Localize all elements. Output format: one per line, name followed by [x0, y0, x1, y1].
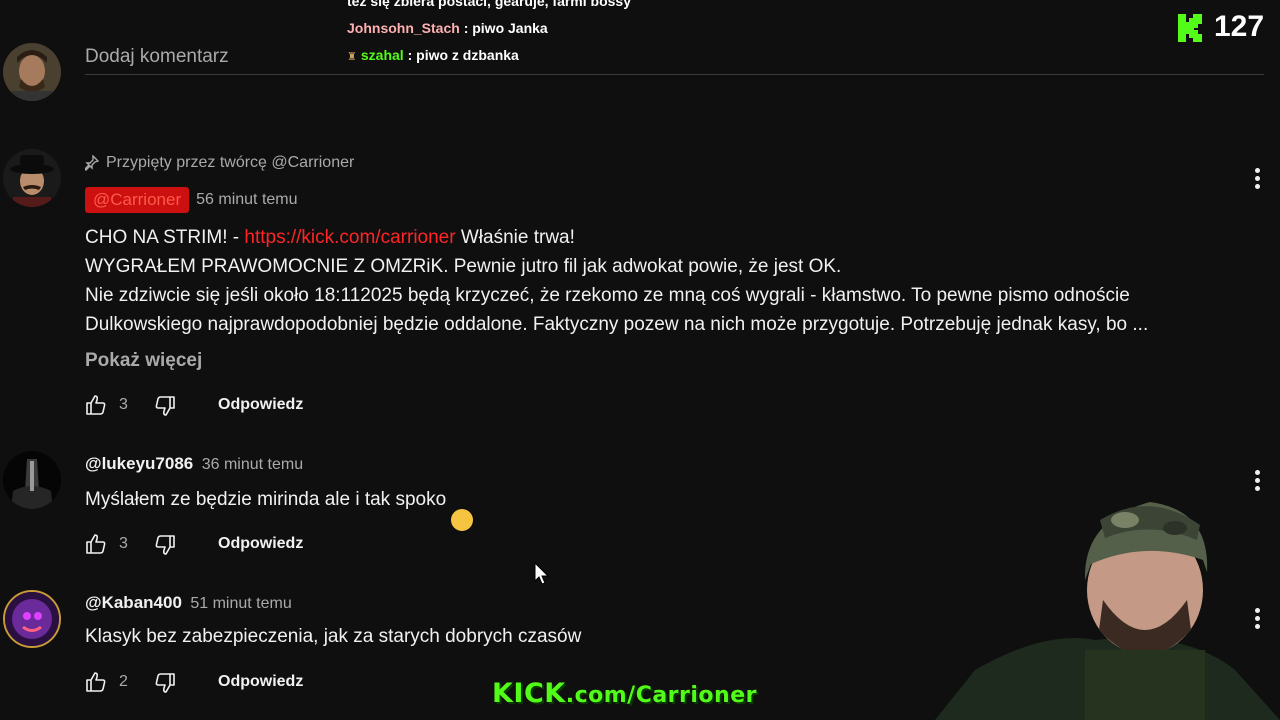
comment-text-line: CHO NA STRIM! - https://kick.com/carrion…	[85, 227, 575, 249]
comment-text-line: Nie zdziwcie się jeśli około 18:112025 b…	[85, 285, 1130, 306]
author-badge[interactable]: @Carrioner	[85, 187, 190, 213]
comment-header: @lukeyu7086 36 minut temu	[85, 454, 303, 474]
comment-header: @Kaban400 51 minut temu	[85, 593, 292, 613]
chat-username: Johnsohn_Stach	[347, 20, 460, 36]
comment-link[interactable]: https://kick.com/carrioner	[244, 227, 455, 248]
viewer-count: 127	[1176, 10, 1264, 44]
like-count: 3	[119, 396, 128, 413]
comment-timestamp[interactable]: 51 minut temu	[190, 595, 291, 612]
comment-text: Właśnie trwa!	[455, 227, 575, 248]
comment-text-line: Klasyk bez zabezpieczenia, jak za staryc…	[85, 626, 582, 647]
kick-logo-icon	[1178, 14, 1202, 42]
comment-header: @Carrioner 56 minut temu	[85, 187, 298, 213]
kick-url-text: .com/Carrioner	[565, 683, 757, 708]
reply-button[interactable]: Odpowiedz	[218, 396, 303, 414]
add-comment-input[interactable]: Dodaj komentarz	[85, 46, 1264, 75]
thumbs-up-icon	[86, 672, 106, 692]
webcam-overlay	[935, 480, 1280, 720]
comment-author[interactable]: @Kaban400	[85, 593, 182, 612]
comment-timestamp[interactable]: 56 minut temu	[196, 191, 297, 209]
pinned-text: Przypięty przez twórcę @Carrioner	[106, 154, 355, 171]
viewer-count-value: 127	[1214, 10, 1265, 43]
mouse-cursor-icon	[534, 562, 550, 585]
dislike-button[interactable]	[153, 533, 177, 557]
kick-channel-banner: KICK.com/Carrioner	[492, 678, 757, 709]
thumbs-up-icon	[86, 395, 106, 415]
comment-avatar[interactable]	[3, 590, 61, 648]
kick-brand-text: KICK	[492, 678, 566, 709]
show-more-button[interactable]: Pokaż więcej	[85, 350, 202, 372]
comment-text-line: Myślałem ze będzie mirinda ale i tak spo…	[85, 489, 474, 531]
wink-emoji-icon: 😉	[451, 509, 474, 531]
comment-text: CHO NA STRIM! -	[85, 227, 245, 248]
comment-text-line: Dulkowskiego najprawdopodobniej będzie o…	[85, 314, 1149, 335]
chat-text: : piwo Janka	[463, 20, 548, 36]
current-user-avatar	[3, 43, 61, 101]
comment-menu-button[interactable]	[1254, 168, 1260, 192]
like-count: 3	[119, 535, 128, 552]
dislike-button[interactable]	[153, 394, 177, 418]
comment-avatar[interactable]	[3, 149, 61, 207]
comment-avatar[interactable]	[3, 451, 61, 509]
reply-button[interactable]: Odpowiedz	[218, 673, 303, 691]
comment-text-line: WYGRAŁEM PRAWOMOCNIE Z OMZRiK. Pewnie ju…	[85, 256, 842, 277]
reply-button[interactable]: Odpowiedz	[218, 535, 303, 553]
pinned-label: Przypięty przez twórcę @Carrioner	[85, 154, 354, 172]
thumbs-up-icon	[86, 534, 106, 554]
chat-message-1: Johnsohn_Stach : piwo Janka	[347, 20, 548, 36]
like-button[interactable]	[84, 393, 108, 417]
like-button[interactable]	[84, 532, 108, 556]
comment-timestamp[interactable]: 36 minut temu	[202, 456, 303, 473]
comment-author[interactable]: @lukeyu7086	[85, 454, 193, 473]
add-comment-placeholder: Dodaj komentarz	[85, 46, 229, 67]
pin-icon	[85, 155, 99, 171]
like-button[interactable]	[84, 670, 108, 694]
chat-message-top: też się zbiera postaci, gearuje, farmi b…	[347, 0, 631, 9]
thumbs-down-icon	[155, 396, 175, 416]
thumbs-down-icon	[155, 535, 175, 555]
thumbs-down-icon	[155, 673, 175, 693]
like-count: 2	[119, 673, 128, 690]
comment-text: Myślałem ze będzie mirinda ale i tak spo…	[85, 489, 447, 510]
dislike-button[interactable]	[153, 671, 177, 695]
